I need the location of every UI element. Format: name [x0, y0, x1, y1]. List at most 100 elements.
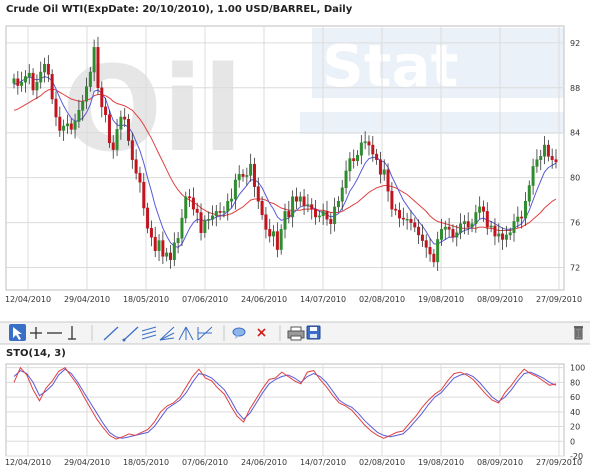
- candlestick: [31, 68, 35, 96]
- stochastic-date-tick-label: 12/04/2010: [5, 458, 51, 467]
- candlestick: [245, 167, 249, 186]
- stochastic-date-tick-label: 08/09/2010: [477, 458, 523, 467]
- trash-icon[interactable]: [574, 326, 583, 340]
- candlestick: [180, 209, 184, 247]
- date-tick-label: 29/04/2010: [64, 295, 110, 304]
- date-tick-label: 18/05/2010: [123, 295, 169, 304]
- candlestick: [50, 69, 54, 105]
- date-tick-label: 02/08/2010: [359, 295, 405, 304]
- candlestick: [264, 206, 268, 239]
- watermark-underbar: [300, 112, 564, 134]
- candlestick: [172, 232, 176, 267]
- stochastic-k-line: [13, 368, 557, 439]
- candlestick: [169, 245, 172, 269]
- candlestick: [310, 198, 314, 220]
- stochastic-plot-area: [5, 363, 565, 457]
- candlestick: [272, 225, 276, 247]
- price-tick-label: 92: [570, 39, 580, 48]
- stochastic-grid: [6, 364, 564, 457]
- candlestick: [424, 234, 428, 258]
- candlestick: [149, 220, 153, 247]
- price-tick-label: 84: [570, 129, 580, 138]
- stochastic-date-tick-label: 14/07/2010: [300, 458, 346, 467]
- candlestick: [233, 173, 237, 210]
- date-tick-label: 08/09/2010: [477, 295, 523, 304]
- candlestick: [459, 213, 463, 240]
- candlestick: [294, 187, 298, 210]
- candlestick: [252, 157, 256, 198]
- candlestick: [512, 213, 516, 242]
- stochastic-date-tick-label: 19/08/2010: [418, 458, 464, 467]
- candlestick: [447, 217, 451, 238]
- candlestick: [348, 152, 352, 182]
- date-tick-label: 19/08/2010: [418, 295, 464, 304]
- stochastic-lines: [13, 366, 557, 440]
- candlestick: [531, 158, 535, 195]
- stochastic-tick-label: 0: [570, 437, 575, 446]
- stochastic-y-axis: -20020406080100: [570, 364, 585, 461]
- candlestick: [356, 150, 360, 166]
- candlestick: [214, 204, 218, 227]
- price-tick-label: 88: [570, 84, 580, 93]
- candlestick: [359, 135, 363, 165]
- candlestick: [405, 212, 409, 230]
- candlestick: [367, 135, 371, 156]
- save-icon[interactable]: [306, 325, 321, 340]
- candlestick: [375, 149, 379, 165]
- candlestick: [432, 248, 436, 267]
- price-tick-label: 72: [570, 264, 580, 273]
- candlestick: [409, 210, 413, 231]
- candlestick: [16, 71, 20, 95]
- watermark-stat-text: Stat: [322, 32, 458, 100]
- candlestick: [470, 218, 474, 233]
- candlestick: [157, 234, 161, 262]
- date-x-axis: 12/04/2010 29/04/2010 18/05/2010 07/06/2010…: [5, 295, 582, 304]
- stochastic-date-tick-label: 29/04/2010: [64, 458, 110, 467]
- stochastic-tick-label: 60: [570, 393, 580, 402]
- candlestick: [287, 200, 291, 224]
- candlestick: [302, 189, 306, 215]
- stochastic-date-tick-label: 18/05/2010: [123, 458, 169, 467]
- candlestick: [218, 202, 222, 221]
- chart-canvas: Crude Oil WTI(ExpDate: 20/10/2010), 1.00…: [0, 4, 590, 467]
- date-tick-label: 12/04/2010: [5, 295, 51, 304]
- sto-title: STO(14, 3): [6, 348, 66, 359]
- candlestick: [176, 231, 180, 254]
- candlestick: [39, 61, 43, 89]
- candlestick: [298, 191, 302, 207]
- candlestick: [317, 210, 321, 223]
- candlestick: [256, 177, 260, 210]
- candlestick: [466, 212, 470, 235]
- candlestick: [184, 191, 188, 224]
- stochastic-x-axis: 12/04/2010 29/04/2010 18/05/2010 07/06/2010…: [5, 458, 582, 467]
- stochastic-panel: -20020406080100 12/04/2010 29/04/2010 18/0…: [5, 363, 585, 467]
- candlestick: [516, 206, 520, 228]
- candlestick: [153, 226, 157, 258]
- stochastic-date-tick-label: 24/06/2010: [241, 458, 287, 467]
- date-tick-label: 24/06/2010: [241, 295, 287, 304]
- candlestick: [523, 192, 527, 226]
- candlestick: [554, 149, 558, 169]
- candlestick: [23, 70, 27, 93]
- candlestick: [207, 211, 211, 230]
- candlestick: [478, 196, 482, 219]
- candlestick: [352, 149, 356, 169]
- drawing-toolbar: [0, 321, 590, 345]
- cursor-icon[interactable]: [9, 324, 26, 341]
- candlestick: [535, 149, 539, 173]
- candlestick: [436, 231, 440, 272]
- candlestick: [275, 222, 279, 258]
- candlestick: [485, 202, 489, 235]
- candlestick: [344, 160, 348, 195]
- stochastic-date-tick-label: 27/09/2010: [536, 458, 582, 467]
- price-tick-label: 80: [570, 174, 580, 183]
- watermark-oil-text: Oil: [62, 40, 243, 178]
- candlestick: [520, 210, 524, 229]
- candlestick: [291, 190, 295, 228]
- candlestick: [35, 74, 39, 100]
- candlestick: [191, 187, 195, 216]
- stochastic-tick-label: 100: [570, 364, 585, 373]
- candlestick: [378, 151, 382, 184]
- date-tick-label: 07/06/2010: [182, 295, 228, 304]
- candlestick: [539, 149, 543, 171]
